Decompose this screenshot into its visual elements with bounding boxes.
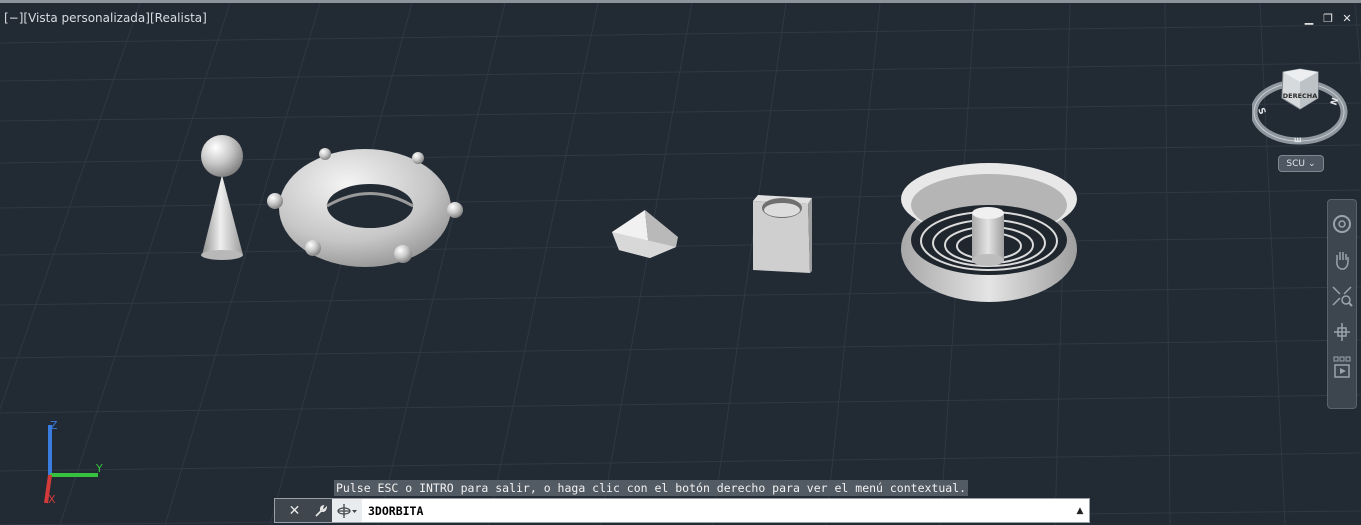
command-input[interactable]: 3DORBITA xyxy=(362,504,1071,518)
pyramid-object[interactable] xyxy=(612,210,678,258)
ring-spiral-object[interactable] xyxy=(901,163,1077,302)
ucs-axis-y-label: Y xyxy=(95,462,103,475)
command-line-tools: ✕ xyxy=(282,499,332,522)
viewcube-face-label[interactable]: DERECHA xyxy=(1283,92,1318,100)
pan-icon[interactable] xyxy=(1330,246,1354,274)
orbit-command-icon xyxy=(337,503,357,518)
recent-commands-button[interactable] xyxy=(332,499,362,522)
wrench-icon[interactable] xyxy=(309,504,331,518)
ucs-menu-button[interactable]: SCU ⌄ xyxy=(1278,155,1324,172)
cone-sphere-object[interactable] xyxy=(201,135,243,260)
chevron-down-icon: ⌄ xyxy=(1308,158,1316,169)
ucs-menu-label: SCU xyxy=(1286,158,1306,169)
ucs-icon[interactable]: Z Y X xyxy=(38,415,118,511)
chevron-up-icon[interactable]: ▲ xyxy=(1071,506,1089,516)
navigation-bar xyxy=(1327,199,1357,409)
zoom-icon[interactable] xyxy=(1330,282,1354,310)
drawing-viewport[interactable]: [−][Vista personalizada][Realista] ▁ ❐ ✕ xyxy=(0,3,1361,525)
command-line-grip[interactable] xyxy=(275,499,282,522)
ucs-axis-x-label: X xyxy=(48,493,56,506)
command-prompt-message: Pulse ESC o INTRO para salir, o haga cli… xyxy=(334,480,969,496)
ucs-axis-z-label: Z xyxy=(50,419,58,432)
box-object[interactable] xyxy=(753,195,812,273)
compass-label-south[interactable]: E xyxy=(1294,137,1304,143)
showmotion-icon[interactable] xyxy=(1330,354,1354,382)
orbit-icon[interactable] xyxy=(1330,318,1354,346)
steering-wheel-icon[interactable] xyxy=(1330,210,1354,238)
command-line: ✕ 3DORBITA ▲ xyxy=(274,498,1090,523)
close-icon[interactable]: ✕ xyxy=(284,503,306,519)
torus-object[interactable] xyxy=(267,148,463,267)
model-objects xyxy=(201,135,1077,302)
